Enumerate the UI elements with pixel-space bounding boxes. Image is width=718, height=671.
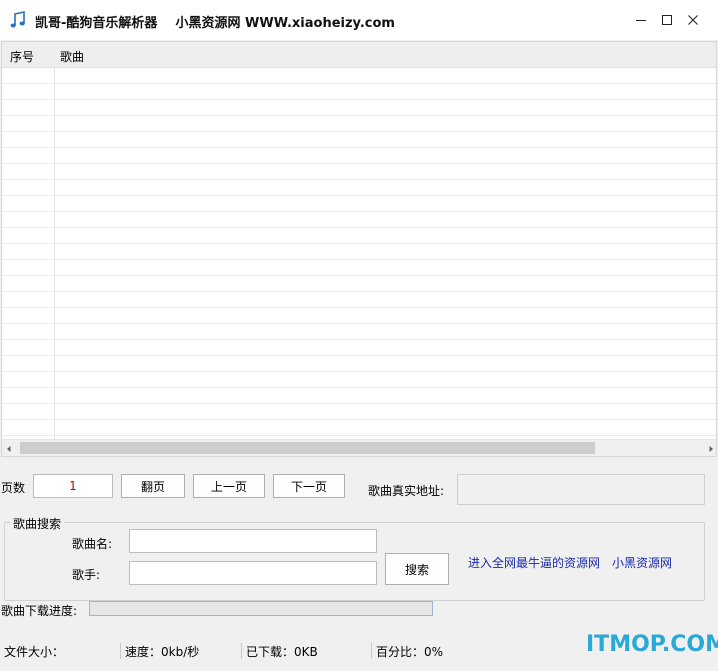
status-percent: 百分比：0% (376, 645, 444, 659)
status-separator (120, 643, 121, 659)
search-group-title: 歌曲搜索 (10, 515, 65, 532)
scroll-left-icon[interactable] (4, 443, 14, 456)
download-progress-label: 歌曲下载进度: (1, 604, 78, 618)
column-header-song[interactable]: 歌曲 (60, 48, 84, 65)
download-progress-bar (89, 601, 433, 616)
minimize-button[interactable] (628, 8, 654, 32)
minimize-icon (636, 20, 646, 21)
song-name-input[interactable] (129, 529, 377, 553)
singer-input[interactable] (129, 561, 377, 585)
song-list[interactable]: 序号 歌曲 (1, 41, 717, 457)
window-title: 凯哥-酷狗音乐解析器 小黑资源网 WWW.xiaoheizy.com (35, 16, 395, 31)
list-header: 序号 歌曲 (2, 42, 716, 68)
real-url-label: 歌曲真实地址: (368, 484, 445, 498)
status-speed: 速度：0kb/秒 (125, 645, 200, 659)
flip-page-button[interactable]: 翻页 (121, 474, 185, 498)
next-page-button[interactable]: 下一页 (273, 474, 345, 498)
column-header-index[interactable]: 序号 (10, 48, 34, 65)
music-note-icon (9, 10, 27, 30)
column-divider (54, 68, 55, 439)
scroll-right-icon[interactable] (706, 443, 716, 456)
xiaohei-site-link[interactable]: 小黑资源网 (612, 554, 672, 571)
close-icon (688, 15, 698, 25)
title-bar: 凯哥-酷狗音乐解析器 小黑资源网 WWW.xiaoheizy.com (0, 0, 718, 40)
page-label: 页数 (1, 481, 26, 495)
status-separator (241, 643, 242, 659)
status-downloaded: 已下载：0KB (246, 645, 318, 659)
song-name-label: 歌曲名: (72, 537, 113, 551)
list-rows[interactable] (2, 68, 716, 439)
status-separator (371, 643, 372, 659)
close-button[interactable] (680, 8, 706, 32)
page-number-input[interactable]: 1 (33, 474, 113, 498)
resource-site-link[interactable]: 进入全网最牛逼的资源网 (468, 554, 600, 571)
scrollbar-thumb[interactable] (20, 442, 595, 454)
status-file-size: 文件大小： (4, 645, 65, 659)
singer-label: 歌手: (72, 568, 101, 582)
maximize-icon (662, 15, 672, 25)
search-button[interactable]: 搜索 (385, 553, 449, 585)
real-url-field[interactable] (457, 474, 705, 505)
prev-page-button[interactable]: 上一页 (193, 474, 265, 498)
horizontal-scrollbar[interactable] (2, 439, 716, 456)
maximize-button[interactable] (654, 8, 680, 32)
watermark-logo: ITMOP.COM (586, 632, 718, 657)
